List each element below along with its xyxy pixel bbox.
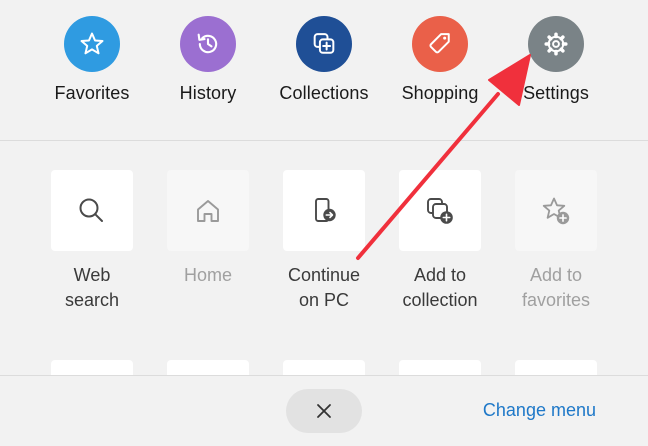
add-to-favorites-label: Add to favorites — [506, 263, 606, 313]
gear-icon — [544, 32, 568, 56]
tile-web-search[interactable]: Web search — [42, 170, 142, 313]
continue-on-pc-icon — [315, 197, 336, 222]
settings-button[interactable]: Settings — [496, 16, 616, 104]
home-label: Home — [158, 263, 258, 288]
home-box — [167, 170, 249, 251]
collections-label: Collections — [279, 83, 369, 103]
change-menu-link[interactable]: Change menu — [483, 400, 596, 421]
add-to-collection-icon — [427, 197, 453, 224]
favorites-button[interactable]: Favorites — [32, 16, 152, 104]
favorites-label: Favorites — [54, 83, 130, 103]
add-to-favorites-label-line-1: Add to — [529, 265, 583, 285]
history-circle — [180, 16, 236, 72]
add-to-collection-label: Add to collection — [390, 263, 490, 313]
search-icon — [79, 198, 103, 222]
add-to-favorites-box — [515, 170, 597, 251]
history-label: History — [179, 83, 237, 103]
collections-circle — [296, 16, 352, 72]
add-to-favorites-label-line-2: favorites — [521, 290, 591, 310]
add-to-collection-label-line-1: Add to — [413, 265, 467, 285]
settings-label: Settings — [523, 83, 589, 103]
quick-actions-row: Favorites History Collections Shopping S… — [0, 0, 648, 140]
favorites-circle — [64, 16, 120, 72]
shopping-circle — [412, 16, 468, 72]
history-button[interactable]: History — [148, 16, 268, 104]
star-icon — [80, 32, 104, 55]
tile-home[interactable]: Home — [158, 170, 258, 288]
history-icon — [197, 33, 218, 54]
shopping-button[interactable]: Shopping — [380, 16, 500, 104]
shopping-label: Shopping — [401, 83, 479, 103]
continue-on-pc-label: Continue on PC — [274, 263, 374, 313]
tile-continue-on-pc[interactable]: Continue on PC — [274, 170, 374, 313]
tile-add-to-collection[interactable]: Add to collection — [390, 170, 490, 313]
settings-circle — [528, 16, 584, 72]
add-to-collection-box — [399, 170, 481, 251]
add-favorite-icon — [542, 197, 570, 224]
close-icon — [317, 404, 331, 418]
section-divider — [0, 140, 648, 141]
bottom-bar: Change menu — [0, 375, 648, 446]
continue-on-pc-label-line-1: Continue — [287, 265, 361, 285]
add-to-collection-label-line-2: collection — [402, 290, 478, 310]
continue-on-pc-box — [283, 170, 365, 251]
home-label-line-1: Home — [183, 265, 232, 285]
collections-icon — [313, 33, 335, 54]
web-search-label-line-2: search — [64, 290, 120, 310]
collections-button[interactable]: Collections — [264, 16, 384, 104]
web-search-box — [51, 170, 133, 251]
close-button[interactable] — [286, 389, 362, 433]
web-search-label: Web search — [42, 263, 142, 313]
home-icon — [197, 199, 219, 222]
continue-on-pc-label-line-2: on PC — [298, 290, 350, 310]
web-search-label-line-1: Web — [73, 265, 111, 285]
tile-add-to-favorites[interactable]: Add to favorites — [506, 170, 606, 313]
tag-icon — [429, 33, 450, 54]
